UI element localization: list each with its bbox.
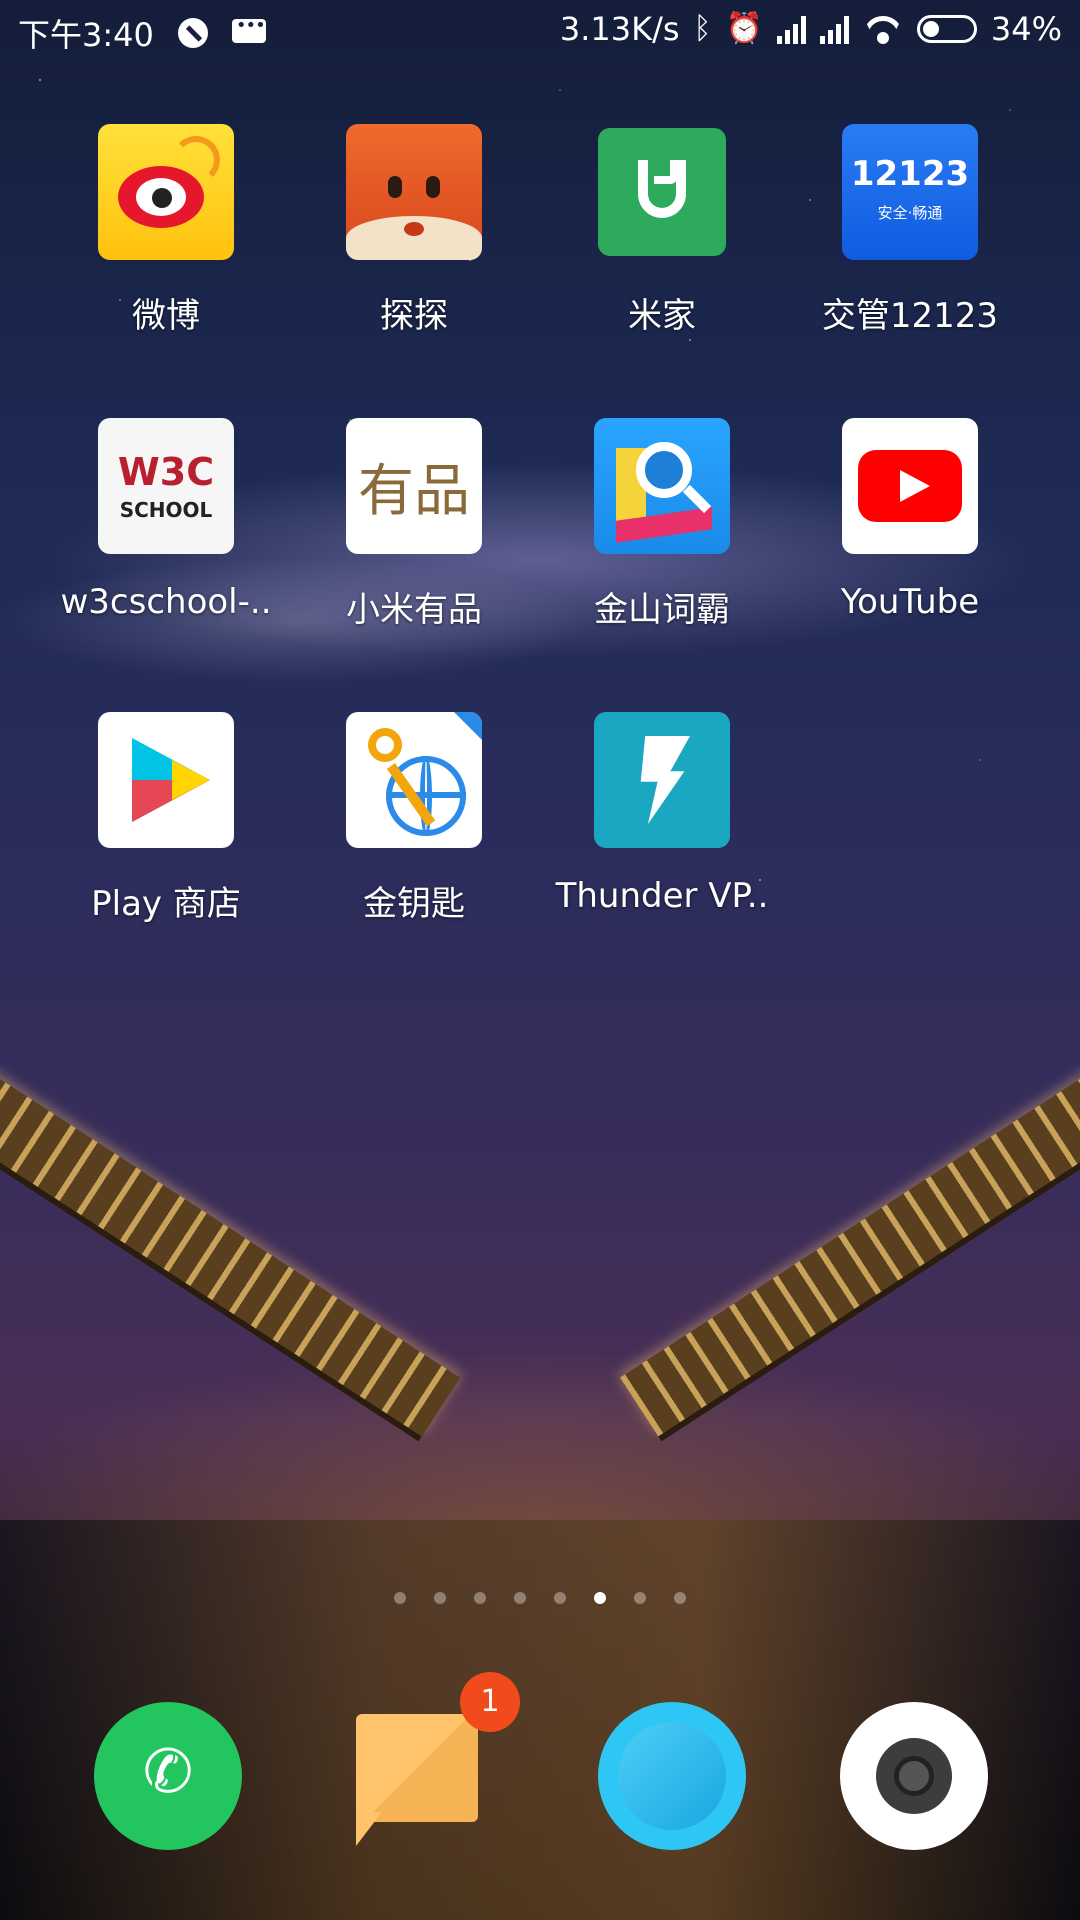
dock-browser[interactable] (598, 1702, 746, 1850)
wifi-icon (863, 14, 903, 44)
jiaoguan-12123-icon: 12123 安全·畅通 (842, 124, 978, 260)
weibo-icon (98, 124, 234, 260)
app-label: YouTube (840, 582, 980, 622)
app-play-store[interactable]: Play 商店 (42, 712, 290, 925)
phone-icon: ✆ (142, 1737, 194, 1807)
do-not-disturb-icon (176, 16, 210, 50)
app-mijia[interactable]: 米家 (538, 124, 786, 337)
icon-text: 12123 (850, 154, 970, 194)
network-speed: 3.13K/s (559, 10, 680, 48)
page-dot-active[interactable] (594, 1592, 606, 1604)
app-label: 微博 (132, 296, 200, 336)
w3cschool-icon: W3C SCHOOL (98, 418, 234, 554)
bluetooth-icon: ᛒ (693, 11, 712, 46)
page-dot[interactable] (434, 1592, 446, 1604)
icon-subtext: SCHOOL (119, 498, 213, 522)
dock-messages[interactable]: 1 (352, 1672, 520, 1850)
app-label: 金钥匙 (363, 884, 465, 924)
xiaomi-youpin-icon: 有品 (346, 418, 482, 554)
app-label: Play 商店 (91, 884, 241, 924)
status-time: 下午3:40 (18, 16, 154, 54)
app-thunder-vpn[interactable]: Thunder VP.. (538, 712, 786, 916)
icon-subtext: 安全·畅通 (877, 204, 943, 222)
app-label: Thunder VP.. (555, 876, 769, 916)
signal-icon (776, 14, 806, 44)
app-label: 小米有品 (346, 590, 482, 630)
dock-camera[interactable] (840, 1702, 988, 1850)
battery-icon (916, 15, 977, 43)
app-label: 金山词霸 (594, 590, 730, 630)
status-bar: 下午3:40 3.13K/s ᛒ ⏰ 34% (0, 0, 1080, 64)
page-dot[interactable] (554, 1592, 566, 1604)
kingsoft-ciba-icon (594, 418, 730, 554)
browser-icon (618, 1722, 726, 1830)
page-dot[interactable] (634, 1592, 646, 1604)
icon-text: 有品 (358, 459, 470, 524)
app-w3cschool[interactable]: W3C SCHOOL w3cschool-.. (42, 418, 290, 622)
app-youtube[interactable]: YouTube (786, 418, 1034, 622)
app-label: 交管12123 (821, 296, 999, 336)
youtube-icon (842, 418, 978, 554)
page-dot[interactable] (514, 1592, 526, 1604)
home-screen: 下午3:40 3.13K/s ᛒ ⏰ 34% 微博 探探 米家 12123 安全… (0, 0, 1080, 1920)
alarm-icon: ⏰ (725, 11, 763, 46)
app-xiaomi-youpin[interactable]: 有品 小米有品 (290, 418, 538, 631)
notification-badge: 1 (460, 1672, 520, 1732)
battery-percent: 34% (990, 10, 1062, 48)
page-dot[interactable] (674, 1592, 686, 1604)
icon-text: W3C (117, 450, 215, 494)
signal-icon (819, 14, 849, 44)
tantan-icon (346, 124, 482, 260)
page-dot[interactable] (474, 1592, 486, 1604)
page-dot[interactable] (394, 1592, 406, 1604)
app-golden-key[interactable]: 金钥匙 (290, 712, 538, 925)
thunder-vpn-icon (594, 712, 730, 848)
app-label: 米家 (628, 296, 696, 336)
dock-phone[interactable]: ✆ (94, 1702, 242, 1850)
app-label: 探探 (380, 296, 448, 336)
page-indicator (0, 1592, 1080, 1604)
app-tantan[interactable]: 探探 (290, 124, 538, 337)
app-kingsoft-ciba[interactable]: 金山词霸 (538, 418, 786, 631)
app-label: w3cschool-.. (60, 582, 272, 622)
mijia-icon (598, 128, 726, 256)
message-notification-icon (231, 15, 266, 50)
play-store-icon (98, 712, 234, 848)
app-weibo[interactable]: 微博 (42, 124, 290, 337)
golden-key-icon (346, 712, 482, 848)
app-jiaoguan-12123[interactable]: 12123 安全·畅通 交管12123 (786, 124, 1034, 337)
